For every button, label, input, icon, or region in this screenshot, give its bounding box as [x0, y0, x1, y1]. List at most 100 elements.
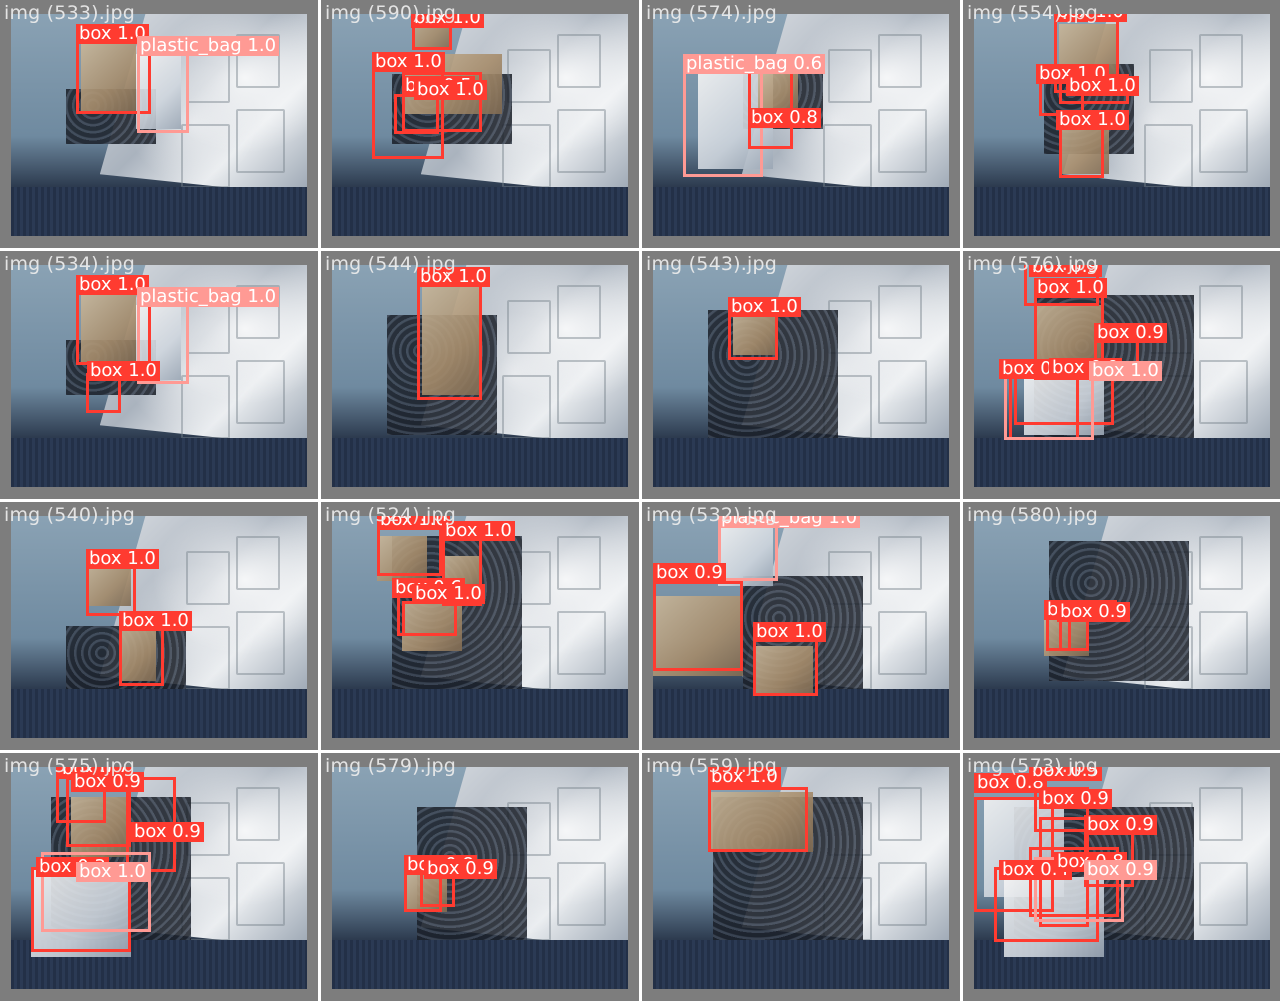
- door-panel: [502, 375, 551, 439]
- detection-box: [728, 310, 778, 360]
- image-filename: img (532).jpg: [646, 504, 778, 526]
- floor: [653, 187, 949, 236]
- floor: [974, 689, 1270, 738]
- image-filename: img (559).jpg: [646, 755, 778, 777]
- scene-photo: box 0.9 box 1.0 box 0.9 box 0.4 box 0.9 box 1…: [974, 265, 1270, 487]
- door-panel: [823, 124, 872, 188]
- detection-label: box 1.0: [86, 549, 159, 569]
- detection-label: box 0.9: [1057, 602, 1130, 622]
- door-panel: [181, 375, 230, 439]
- door-panel: [507, 49, 551, 103]
- door-panel: [1149, 49, 1193, 103]
- detection-box: [753, 636, 818, 696]
- door-panel: [878, 109, 927, 173]
- image-tile: box 1.0 img (559).jpg: [642, 753, 960, 1001]
- door-panel: [557, 787, 601, 841]
- door-panel: [557, 360, 606, 424]
- image-filename: img (543).jpg: [646, 253, 778, 275]
- floor: [332, 187, 628, 236]
- scene-photo: box 1.0 box 1.0: [11, 516, 307, 738]
- floor: [11, 187, 307, 236]
- image-tile: box 0.8box 0.5box 0.9box 0.9box 0.4box 0…: [963, 753, 1280, 1001]
- detection-label: plastic_bag 1.0: [137, 287, 280, 307]
- scene-photo: plastic_bag 1.0 box 0.9 box 1.0: [653, 516, 949, 738]
- detection-box: [402, 601, 457, 636]
- scene-photo: box 0.8box 0.5box 0.9box 0.9box 0.4box 0…: [974, 767, 1270, 989]
- detection-label: box 1.0: [372, 52, 445, 72]
- detection-label: box 0.9: [1084, 860, 1157, 880]
- floor: [11, 689, 307, 738]
- floor: [11, 438, 307, 487]
- image-tile: box 1.0 plastic_bag 1.0 box 1.0 img (534).j…: [0, 251, 318, 499]
- detection-label: box 0.9: [1039, 789, 1112, 809]
- image-filename: img (574).jpg: [646, 2, 778, 24]
- detection-label: box 1.0: [1089, 361, 1162, 381]
- image-tile: box 1.0 box 1.0 img (540).jpg: [0, 502, 318, 750]
- detection-box: [718, 519, 778, 581]
- image-tile: box 1.0box 1.0box 1.0box 1.0img (554).jp…: [963, 0, 1280, 248]
- detection-box: [417, 280, 482, 400]
- door-panel: [557, 285, 601, 339]
- door-panel: [1199, 611, 1248, 675]
- floor: [974, 187, 1270, 236]
- door-panel: [236, 611, 285, 675]
- scene-photo: plastic_bag 0.6 box 0.8: [653, 14, 949, 236]
- image-tile: box 0.7box 0.9box 0.9box 0.3box 1.0img (…: [0, 753, 318, 1001]
- scene-photo: box 0.8box 0.9: [974, 516, 1270, 738]
- door-panel: [181, 124, 230, 188]
- door-panel: [557, 536, 601, 590]
- image-tile: plastic_bag 0.6 box 0.8 img (574).jpg: [642, 0, 960, 248]
- detection-label: box 0.9: [424, 859, 497, 879]
- detection-label: plastic_bag 0.6: [683, 54, 826, 74]
- image-tile: plastic_bag 1.0 box 0.9 box 1.0 img (532).j…: [642, 502, 960, 750]
- image-filename: img (573).jpg: [967, 755, 1099, 777]
- scene-photo: box 1.0box 1.0box 0.5box 1.0: [332, 14, 628, 236]
- detection-label: box 0.9: [1094, 323, 1167, 343]
- image-tile: box 1.0 plastic_bag 1.0 img (533).jpg: [0, 0, 318, 248]
- image-tile: box 0.9 box 1.0 box 0.9 box 0.4 box 0.9 box 1…: [963, 251, 1280, 499]
- detection-box: [653, 581, 743, 671]
- detection-label: box 1.0: [728, 297, 801, 317]
- door-panel: [878, 862, 927, 926]
- image-filename: img (579).jpg: [325, 755, 457, 777]
- door-panel: [828, 49, 872, 103]
- detection-label: box 1.0: [76, 862, 149, 882]
- detection-label: box 1.0: [1066, 76, 1139, 96]
- detection-label: box 0.9: [131, 822, 204, 842]
- image-filename: img (590).jpg: [325, 2, 457, 24]
- detection-box: [394, 94, 439, 134]
- detection-label: box 0.9: [1084, 815, 1157, 835]
- image-filename: img (580).jpg: [967, 504, 1099, 526]
- image-tile: box 1.0box 1.0box 0.5box 1.0img (590).jp…: [321, 0, 639, 248]
- door-panel: [1199, 862, 1248, 926]
- scene-photo: box 1.0box 1.0box 0.6box 1.0: [332, 516, 628, 738]
- detection-grid: box 1.0 plastic_bag 1.0 img (533).jpg box 1…: [0, 0, 1280, 1005]
- door-panel: [1199, 787, 1243, 841]
- detection-label: box 1.0: [753, 622, 826, 642]
- detection-box: [708, 787, 808, 852]
- door-panel: [181, 626, 230, 690]
- door-panel: [878, 34, 922, 88]
- scene-photo: box 1.0 plastic_bag 1.0: [11, 14, 307, 236]
- door-panel: [557, 34, 601, 88]
- door-panel: [878, 787, 922, 841]
- door-panel: [1144, 124, 1193, 188]
- door-panel: [878, 536, 922, 590]
- door-panel: [557, 611, 606, 675]
- floor: [653, 689, 949, 738]
- scene-photo: box 1.0: [653, 265, 949, 487]
- door-panel: [878, 360, 927, 424]
- door-panel: [236, 360, 285, 424]
- detection-label: box 1.0: [87, 361, 160, 381]
- floor: [332, 689, 628, 738]
- detection-label: box 1.0: [1056, 110, 1129, 130]
- detection-label: plastic_bag 1.0: [137, 36, 280, 56]
- scene-photo: box 1.0: [332, 265, 628, 487]
- image-filename: img (544).jpg: [325, 253, 457, 275]
- door-panel: [1199, 536, 1243, 590]
- scene-photo: box 1.0: [653, 767, 949, 989]
- image-filename: img (540).jpg: [4, 504, 136, 526]
- floor: [974, 438, 1270, 487]
- scene-photo: box 1.0 plastic_bag 1.0 box 1.0: [11, 265, 307, 487]
- door-panel: [1199, 360, 1248, 424]
